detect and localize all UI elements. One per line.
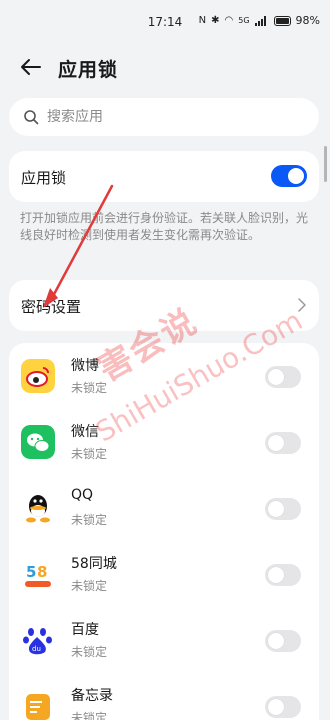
search-bar[interactable] xyxy=(9,98,319,136)
app-list: 微博 未锁定 微信 未锁定 QQ 未锁定 5 8 58同城 未锁定 du 百度 … xyxy=(9,343,319,720)
app-name: 百度 xyxy=(71,622,99,638)
network-label: 5G xyxy=(238,16,250,25)
battery-icon xyxy=(273,15,291,26)
search-icon xyxy=(24,110,39,125)
app-lock-toggle-baidu[interactable] xyxy=(265,630,301,652)
baidu-icon: du xyxy=(21,623,55,657)
list-item: 微博 未锁定 xyxy=(9,343,319,409)
app-lock-toggle-weibo[interactable] xyxy=(265,366,301,388)
password-settings-label: 密码设置 xyxy=(21,298,82,316)
scrollbar[interactable] xyxy=(324,146,327,182)
app-lock-description: 打开加锁应用前会进行身份验证。若关联人脸识别，光线良好时检测到使用者发生变化需再… xyxy=(20,211,309,242)
list-item: QQ 未锁定 xyxy=(9,475,319,541)
app-lock-card: 应用锁 xyxy=(9,151,319,202)
app-lock-label: 应用锁 xyxy=(21,169,67,187)
header: 应用锁 xyxy=(0,46,330,88)
password-settings-row[interactable]: 密码设置 xyxy=(9,280,319,331)
battery-percent: 98% xyxy=(295,14,320,27)
app-name: 58同城 xyxy=(71,556,117,572)
bluetooth-icon: ✱ xyxy=(211,15,220,26)
signal-icon xyxy=(254,15,269,26)
status-bar: 17:14 N ✱ ◠ 5G 98% xyxy=(0,0,330,46)
app-lock-status: 未锁定 xyxy=(71,513,108,527)
list-item: 5 8 58同城 未锁定 xyxy=(9,541,319,607)
list-item: 备忘录 未锁定 xyxy=(9,673,319,720)
app-lock-status: 未锁定 xyxy=(71,381,108,395)
nfc-icon: N xyxy=(198,15,207,26)
svg-text:8: 8 xyxy=(37,563,47,581)
search-input[interactable] xyxy=(47,109,287,125)
app-lock-status: 未锁定 xyxy=(71,579,108,593)
list-item: 微信 未锁定 xyxy=(9,409,319,475)
app-name: 微信 xyxy=(71,424,99,440)
weibo-icon xyxy=(21,359,55,393)
status-icons: N ✱ ◠ 5G 98% xyxy=(199,14,320,27)
svg-text:5: 5 xyxy=(26,563,36,581)
chevron-right-icon xyxy=(298,298,306,312)
app-lock-toggle-qq[interactable] xyxy=(265,498,301,520)
list-item: du 百度 未锁定 xyxy=(9,607,319,673)
app-lock-status: 未锁定 xyxy=(71,645,108,659)
memo-icon xyxy=(21,689,55,720)
back-arrow-icon[interactable] xyxy=(18,54,44,80)
58-icon: 5 8 xyxy=(21,557,55,591)
svg-text:du: du xyxy=(32,645,41,653)
app-lock-toggle-wechat[interactable] xyxy=(265,432,301,454)
app-lock-status: 未锁定 xyxy=(71,447,108,461)
app-lock-status: 未锁定 xyxy=(71,711,108,720)
app-lock-toggle-memo[interactable] xyxy=(265,696,301,718)
app-name: 微博 xyxy=(71,358,99,374)
app-lock-toggle[interactable] xyxy=(271,165,307,187)
page-title: 应用锁 xyxy=(58,59,119,81)
qq-icon xyxy=(21,491,55,525)
wifi-icon: ◠ xyxy=(224,15,234,26)
app-name: QQ xyxy=(71,487,94,503)
app-name: 备忘录 xyxy=(71,688,113,704)
wechat-icon xyxy=(21,425,55,459)
app-lock-toggle-58[interactable] xyxy=(265,564,301,586)
